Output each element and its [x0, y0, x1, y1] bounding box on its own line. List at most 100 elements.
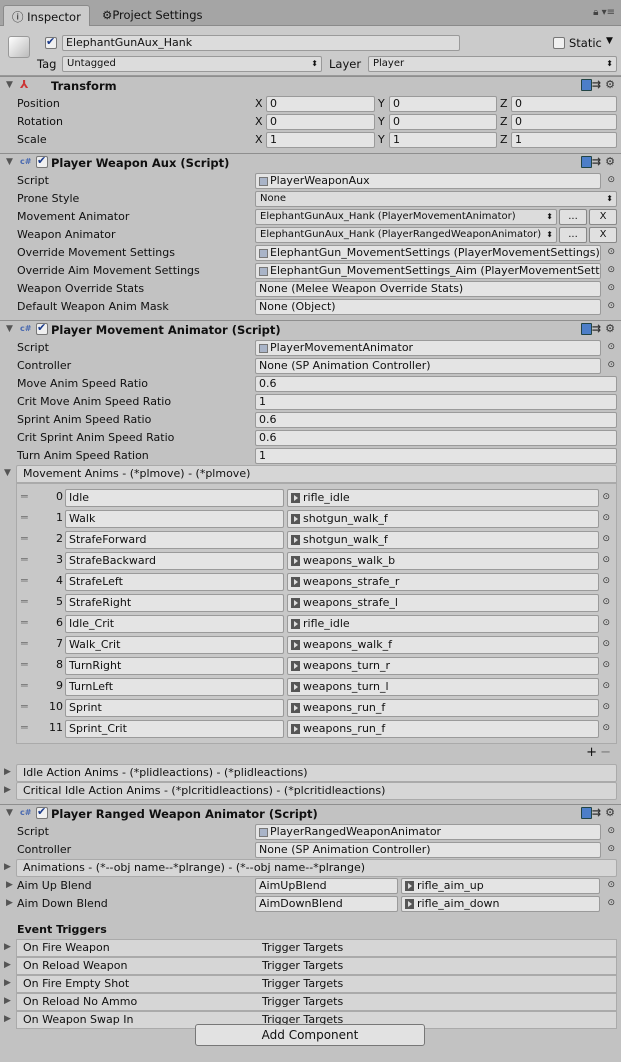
clear-button[interactable]: X [589, 209, 617, 225]
drag-handle-icon[interactable]: ═ [21, 511, 28, 524]
object-name-input[interactable]: ElephantGunAux_Hank [62, 35, 460, 51]
axis-label[interactable]: Y [378, 133, 385, 146]
object-picker-icon[interactable]: ⊙ [602, 639, 610, 649]
movement-anims-foldout[interactable]: ▼ Movement Anims - (*plmove) - (*plmove) [4, 465, 617, 483]
x-input[interactable]: 1 [266, 132, 375, 148]
object-picker-icon[interactable]: ⊙ [602, 513, 610, 523]
object-field[interactable]: ElephantGun_MovementSettings (PlayerMove… [255, 245, 601, 261]
anim-name-input[interactable]: TurnRight [65, 657, 284, 675]
help-icon[interactable] [580, 79, 592, 91]
anim-clip-field[interactable]: weapons_strafe_l [287, 594, 599, 612]
object-picker-icon[interactable]: ⊙ [602, 534, 610, 544]
script-field[interactable]: PlayerWeaponAux [255, 173, 601, 189]
drag-handle-icon[interactable]: ═ [21, 637, 28, 650]
drag-handle-icon[interactable]: ═ [21, 721, 28, 734]
anim-name-input[interactable]: StrafeRight [65, 594, 284, 612]
static-dropdown-icon[interactable]: ▼ [606, 36, 613, 46]
number-input[interactable]: 1 [255, 448, 617, 464]
browse-button[interactable]: ... [559, 209, 587, 225]
anim-clip-field[interactable]: weapons_turn_r [287, 657, 599, 675]
help-icon[interactable] [580, 323, 592, 335]
drag-handle-icon[interactable]: ═ [21, 532, 28, 545]
tag-dropdown[interactable]: Untagged [62, 56, 322, 72]
object-picker-icon[interactable]: ⊙ [607, 880, 615, 890]
add-item-button[interactable]: + [586, 745, 597, 760]
axis-label[interactable]: Z [500, 115, 508, 128]
script-field[interactable]: PlayerMovementAnimator [255, 340, 601, 356]
number-input[interactable]: 0.6 [255, 412, 617, 428]
prone-style-dropdown[interactable]: None [255, 191, 617, 207]
preset-icon[interactable]: ⇉ [592, 322, 605, 335]
object-picker-icon[interactable]: ⊙ [602, 681, 610, 691]
y-input[interactable]: 1 [389, 132, 497, 148]
anim-name-input[interactable]: StrafeLeft [65, 573, 284, 591]
anim-name-input[interactable]: StrafeBackward [65, 552, 284, 570]
lock-icon[interactable]: 🔒︎ ▾≡ [593, 7, 615, 18]
object-picker-icon[interactable]: ⊙ [607, 360, 615, 370]
settings-gear-icon[interactable]: ⚙ [605, 155, 619, 168]
axis-label[interactable]: X [255, 133, 263, 146]
drag-handle-icon[interactable]: ═ [21, 595, 28, 608]
settings-gear-icon[interactable]: ⚙ [605, 806, 619, 819]
object-picker-icon[interactable]: ⊙ [607, 898, 615, 908]
add-component-button[interactable]: Add Component [195, 1024, 425, 1046]
object-picker-icon[interactable]: ⊙ [602, 492, 610, 502]
object-picker-icon[interactable]: ⊙ [607, 342, 615, 352]
enabled-checkbox[interactable] [36, 321, 48, 335]
enabled-checkbox[interactable] [36, 805, 48, 819]
tab-project-settings[interactable]: ⚙Project Settings [94, 5, 210, 26]
y-input[interactable]: 0 [389, 96, 497, 112]
idle-action-anims-foldout[interactable]: ▶ Idle Action Anims - (*plidleactions) - … [4, 764, 617, 782]
axis-label[interactable]: Z [500, 97, 508, 110]
blend-param-input[interactable]: AimUpBlend [255, 878, 398, 894]
anim-name-input[interactable]: Idle_Crit [65, 615, 284, 633]
object-picker-icon[interactable]: ⊙ [602, 576, 610, 586]
object-picker-icon[interactable]: ⊙ [607, 301, 615, 311]
axis-label[interactable]: X [255, 97, 263, 110]
anim-name-input[interactable]: Walk [65, 510, 284, 528]
object-picker-icon[interactable]: ⊙ [607, 265, 615, 275]
animator-dropdown[interactable]: ElephantGunAux_Hank (PlayerMovementAnima… [255, 209, 557, 225]
component-header[interactable]: ▼ ⅄ Transform ⇉⚙ [0, 77, 621, 95]
x-input[interactable]: 0 [266, 96, 375, 112]
foldout-closed-icon[interactable]: ▶ [6, 880, 13, 890]
anim-clip-field[interactable]: weapons_walk_f [287, 636, 599, 654]
help-icon[interactable] [580, 156, 592, 168]
animations-foldout[interactable]: ▶ Animations - (*--obj name--*plrange) - … [4, 859, 617, 877]
z-input[interactable]: 0 [511, 96, 617, 112]
drag-handle-icon[interactable]: ═ [21, 553, 28, 566]
object-field[interactable]: None (Object) [255, 299, 601, 315]
script-field[interactable]: PlayerRangedWeaponAnimator [255, 824, 601, 840]
object-field[interactable]: ElephantGun_MovementSettings_Aim (Player… [255, 263, 601, 279]
anim-clip-field[interactable]: shotgun_walk_f [287, 510, 599, 528]
blend-clip-field[interactable]: rifle_aim_down [401, 896, 600, 912]
event-trigger-row[interactable]: ▶ On Reload Weapon Trigger Targets [4, 957, 617, 975]
anim-clip-field[interactable]: weapons_turn_l [287, 678, 599, 696]
blend-param-input[interactable]: AimDownBlend [255, 896, 398, 912]
anim-name-input[interactable]: TurnLeft [65, 678, 284, 696]
object-field[interactable]: None (Melee Weapon Override Stats) [255, 281, 601, 297]
number-input[interactable]: 1 [255, 394, 617, 410]
static-checkbox[interactable] [553, 37, 565, 49]
foldout-icon[interactable]: ▼ [6, 808, 13, 818]
drag-handle-icon[interactable]: ═ [21, 574, 28, 587]
anim-clip-field[interactable]: weapons_run_f [287, 699, 599, 717]
gameobject-icon[interactable] [8, 36, 30, 58]
foldout-closed-icon[interactable]: ▶ [6, 898, 13, 908]
object-picker-icon[interactable]: ⊙ [607, 175, 615, 185]
x-input[interactable]: 0 [266, 114, 375, 130]
number-input[interactable]: 0.6 [255, 430, 617, 446]
axis-label[interactable]: Z [500, 133, 508, 146]
anim-name-input[interactable]: Sprint [65, 699, 284, 717]
animator-dropdown[interactable]: ElephantGunAux_Hank (PlayerRangedWeaponA… [255, 227, 557, 243]
anim-clip-field[interactable]: weapons_walk_b [287, 552, 599, 570]
anim-name-input[interactable]: Walk_Crit [65, 636, 284, 654]
y-input[interactable]: 0 [389, 114, 497, 130]
tab-inspector[interactable]: ⓘ Inspector [3, 5, 90, 26]
anim-clip-field[interactable]: rifle_idle [287, 615, 599, 633]
remove-item-button[interactable]: − [600, 745, 611, 760]
object-picker-icon[interactable]: ⊙ [602, 702, 610, 712]
critical-idle-action-anims-foldout[interactable]: ▶ Critical Idle Action Anims - (*plcritid… [4, 782, 617, 800]
anim-name-input[interactable]: StrafeForward [65, 531, 284, 549]
anim-name-input[interactable]: Idle [65, 489, 284, 507]
